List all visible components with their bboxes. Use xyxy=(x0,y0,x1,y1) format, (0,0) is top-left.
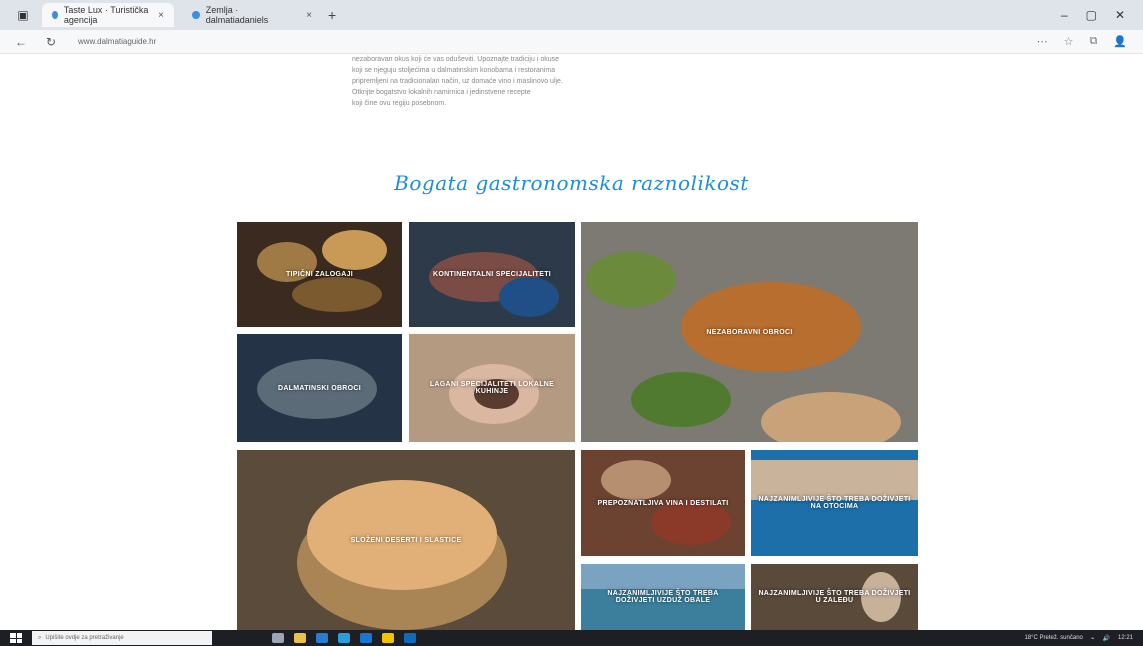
back-arrow-icon[interactable]: ← xyxy=(12,35,30,49)
start-button-icon[interactable] xyxy=(10,633,22,643)
intro-paragraph: nezaboravan okus koji će vas oduševiti. … xyxy=(352,54,792,109)
tab-favicon-icon xyxy=(192,11,200,19)
taskbar-search-placeholder: Upišite ovdje za pretraživanje xyxy=(45,635,124,641)
intro-line: pripremljeni na tradicionalan način, uz … xyxy=(352,78,563,85)
clock[interactable]: 12:21 xyxy=(1118,635,1133,641)
edge-icon[interactable] xyxy=(338,633,350,643)
search-icon: ⌕ xyxy=(38,634,42,641)
tile-label: TIPIČNI ZALOGAJI xyxy=(285,271,354,278)
tab-close-icon[interactable]: × xyxy=(158,10,164,21)
tile-label: LAGANI SPECIJALITETI LOKALNE KUHINJE xyxy=(429,381,555,395)
minimize-icon[interactable]: – xyxy=(1061,8,1068,22)
intro-line: koji čine ovu regiju posebnom. xyxy=(352,100,447,107)
os-taskbar: ⌕ Upišite ovdje za pretraživanje 18°C Pr… xyxy=(0,630,1143,646)
tile-kontinentalni-specijaliteti[interactable]: KONTINENTALNI SPECIJALITETI xyxy=(409,222,575,327)
intro-line: Otkrijte bogatstvo lokalnih namirnica i … xyxy=(352,89,531,96)
tile-label: PREPOZNATLJIVA VINA I DESTILATI xyxy=(597,499,729,507)
taskbar-apps xyxy=(272,633,416,643)
tab-favicon-icon xyxy=(52,11,58,19)
tile-vina-destilati[interactable]: PREPOZNATLJIVA VINA I DESTILATI xyxy=(581,450,745,556)
tile-tipicni-zalogaji[interactable]: TIPIČNI ZALOGAJI xyxy=(237,222,402,327)
tile-nezaboravni-obroci[interactable]: NEZABORAVNI OBROCI xyxy=(581,222,918,442)
tile-zaleđe[interactable]: NAJZANIMLJIVIJE ŠTO TREBA DOŽIVJETI U ZA… xyxy=(751,564,918,630)
close-window-icon[interactable]: ✕ xyxy=(1115,8,1125,22)
task-view-icon[interactable] xyxy=(272,633,284,643)
zoom-icon[interactable]: ⋯ xyxy=(1037,35,1048,48)
app-icon-yellow[interactable] xyxy=(382,633,394,643)
refresh-icon[interactable]: ↻ xyxy=(42,35,60,49)
section-title: Bogata gastronomska raznolikost xyxy=(394,171,749,195)
tab-close-icon[interactable]: × xyxy=(306,10,312,21)
page-content: nezaboravan okus koji će vas oduševiti. … xyxy=(0,54,1143,630)
window-menu-icon[interactable]: ▣ xyxy=(12,4,34,26)
tile-label: NAJZANIMLJIVIJE ŠTO TREBA DOŽIVJETI U ZA… xyxy=(758,590,911,604)
intro-line: nezaboravan okus koji će vas oduševiti. … xyxy=(352,56,560,63)
mail-icon[interactable] xyxy=(360,633,372,643)
tile-label: NAJZANIMLJIVIJE ŠTO TREBA DOŽIVJETI NA O… xyxy=(758,496,911,510)
tile-label: NEZABORAVNI OBROCI xyxy=(706,328,793,336)
intro-line: koji se njeguju stoljećima u dalmatinski… xyxy=(352,67,556,74)
tile-label: NAJZANIMLJIVIJE ŠTO TREBA DOŽIVJETI UZDU… xyxy=(607,590,719,604)
browser-tab-strip: ▣ Taste Lux · Turistička agencija × Zeml… xyxy=(0,0,1143,30)
extensions-icon[interactable]: ⧉ xyxy=(1089,35,1097,48)
system-tray: 18°C Pretež. sunčano ⌁ 🔊 12:21 xyxy=(1024,635,1143,642)
profile-icon[interactable]: 👤 xyxy=(1113,35,1127,48)
address-tools: ⋯ ☆ ⧉ 👤 xyxy=(1037,35,1143,48)
taskbar-search[interactable]: ⌕ Upišite ovdje za pretraživanje xyxy=(32,631,212,645)
address-bar: ← ↻ www.dalmatiaguide.hr ⋯ ☆ ⧉ 👤 xyxy=(0,30,1143,54)
tile-obala[interactable]: NAJZANIMLJIVIJE ŠTO TREBA DOŽIVJETI UZDU… xyxy=(581,564,745,630)
tile-slozeni-deserti[interactable]: SLOŽENI DESERTI I SLASTICE xyxy=(237,450,575,630)
tile-otoci[interactable]: NAJZANIMLJIVIJE ŠTO TREBA DOŽIVJETI NA O… xyxy=(751,450,918,556)
app-icon-blue[interactable] xyxy=(404,633,416,643)
tile-lagani-specijaliteti[interactable]: LAGANI SPECIJALITETI LOKALNE KUHINJE xyxy=(409,334,575,442)
url-field[interactable]: www.dalmatiaguide.hr xyxy=(78,37,438,46)
tab-label: Zemlja · dalmatiadaniels xyxy=(205,5,269,25)
tab-inactive[interactable]: Zemlja · dalmatiadaniels × xyxy=(182,3,322,27)
new-tab-button[interactable]: + xyxy=(328,7,336,23)
store-icon[interactable] xyxy=(316,633,328,643)
weather-widget[interactable]: 18°C Pretež. sunčano xyxy=(1024,635,1082,641)
tab-label: Taste Lux · Turistička agencija xyxy=(63,5,149,25)
tile-label: SLOŽENI DESERTI I SLASTICE xyxy=(350,536,462,544)
star-icon[interactable]: ☆ xyxy=(1064,35,1074,48)
file-explorer-icon[interactable] xyxy=(294,633,306,643)
tab-active[interactable]: Taste Lux · Turistička agencija × xyxy=(42,3,174,27)
tile-label: KONTINENTALNI SPECIJALITETI xyxy=(432,271,552,278)
tile-label: DALMATINSKI OBROCI xyxy=(277,384,362,392)
network-icon[interactable]: ⌁ xyxy=(1091,635,1095,642)
tile-dalmatinski-obroci[interactable]: DALMATINSKI OBROCI xyxy=(237,334,402,442)
volume-icon[interactable]: 🔊 xyxy=(1103,635,1110,642)
maximize-icon[interactable]: ▢ xyxy=(1086,8,1097,22)
window-controls: – ▢ ✕ xyxy=(1061,8,1143,22)
